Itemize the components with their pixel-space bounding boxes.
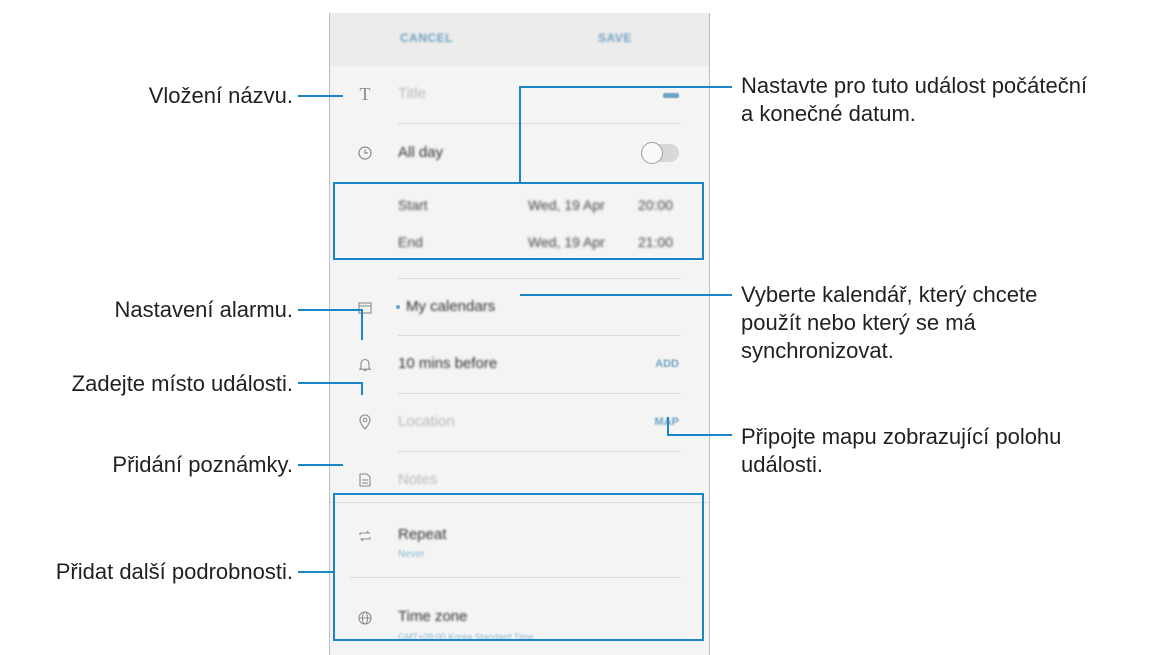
leader-line-alarm-v <box>361 309 363 340</box>
callout-calendar-line2: použít nebo který se má <box>741 310 976 335</box>
leader-line-map-v <box>667 417 669 436</box>
cancel-button[interactable]: CANCEL <box>400 31 453 45</box>
notes-icon <box>354 469 376 491</box>
leader-line-notes <box>298 464 343 466</box>
callout-map: Připojte mapu zobrazující polohu událost… <box>741 423 1061 479</box>
callout-alarm: Nastavení alarmu. <box>114 297 293 322</box>
calendar-row[interactable]: My calendars <box>330 279 709 335</box>
leader-line-map-h <box>668 434 732 436</box>
save-button[interactable]: SAVE <box>598 31 632 45</box>
leader-line-dates-v <box>519 86 521 182</box>
leader-line-title <box>298 95 343 97</box>
callout-dates-line1: Nastavte pro tuto událost počáteční <box>741 73 1088 98</box>
title-input[interactable]: Title <box>398 85 426 102</box>
leader-line-dates-h <box>520 86 732 88</box>
leader-line-location-h <box>298 382 362 384</box>
leader-line-details <box>298 571 333 573</box>
app-bar: CANCEL SAVE <box>330 13 709 66</box>
callout-details: Přidat další podrobnosti. <box>55 559 293 584</box>
leader-line-alarm-h <box>298 309 362 311</box>
leader-line-location-v <box>361 382 363 395</box>
callout-dates: Nastavte pro tuto událost počáteční a ko… <box>741 72 1087 128</box>
location-row[interactable]: Location MAP <box>330 394 709 451</box>
notes-input[interactable]: Notes <box>398 471 437 488</box>
all-day-label: All day <box>398 144 444 161</box>
alarm-label: 10 mins before <box>398 355 498 372</box>
callout-map-line1: Připojte mapu zobrazující polohu <box>741 424 1062 449</box>
alarm-row[interactable]: 10 mins before ADD <box>330 336 709 393</box>
details-highlight <box>333 493 704 641</box>
callout-calendar-line1: Vyberte kalendář, který chcete <box>741 282 1038 307</box>
callout-title: Vložení názvu. <box>148 83 293 108</box>
callout-location: Zadejte místo události. <box>71 371 293 396</box>
callout-map-line2: události. <box>741 452 823 477</box>
calendar-color-dot <box>396 305 400 309</box>
all-day-toggle[interactable] <box>641 142 679 164</box>
callout-dates-line2: a konečné datum. <box>741 101 916 126</box>
date-range-highlight <box>333 182 704 260</box>
clock-icon <box>354 142 376 164</box>
location-pin-icon <box>354 411 376 433</box>
bell-icon <box>354 353 376 375</box>
calendar-label: My calendars <box>406 298 496 315</box>
callout-calendar: Vyberte kalendář, který chcete použít ne… <box>741 281 1037 365</box>
location-input[interactable]: Location <box>398 413 455 430</box>
color-swatch[interactable] <box>663 93 679 98</box>
callout-notes: Přidání poznámky. <box>112 452 293 477</box>
leader-line-calendar <box>520 294 732 296</box>
calendar-icon <box>354 296 376 318</box>
text-icon: T <box>359 83 371 104</box>
callout-calendar-line3: synchronizovat. <box>741 338 894 363</box>
add-alarm-button[interactable]: ADD <box>655 358 679 370</box>
